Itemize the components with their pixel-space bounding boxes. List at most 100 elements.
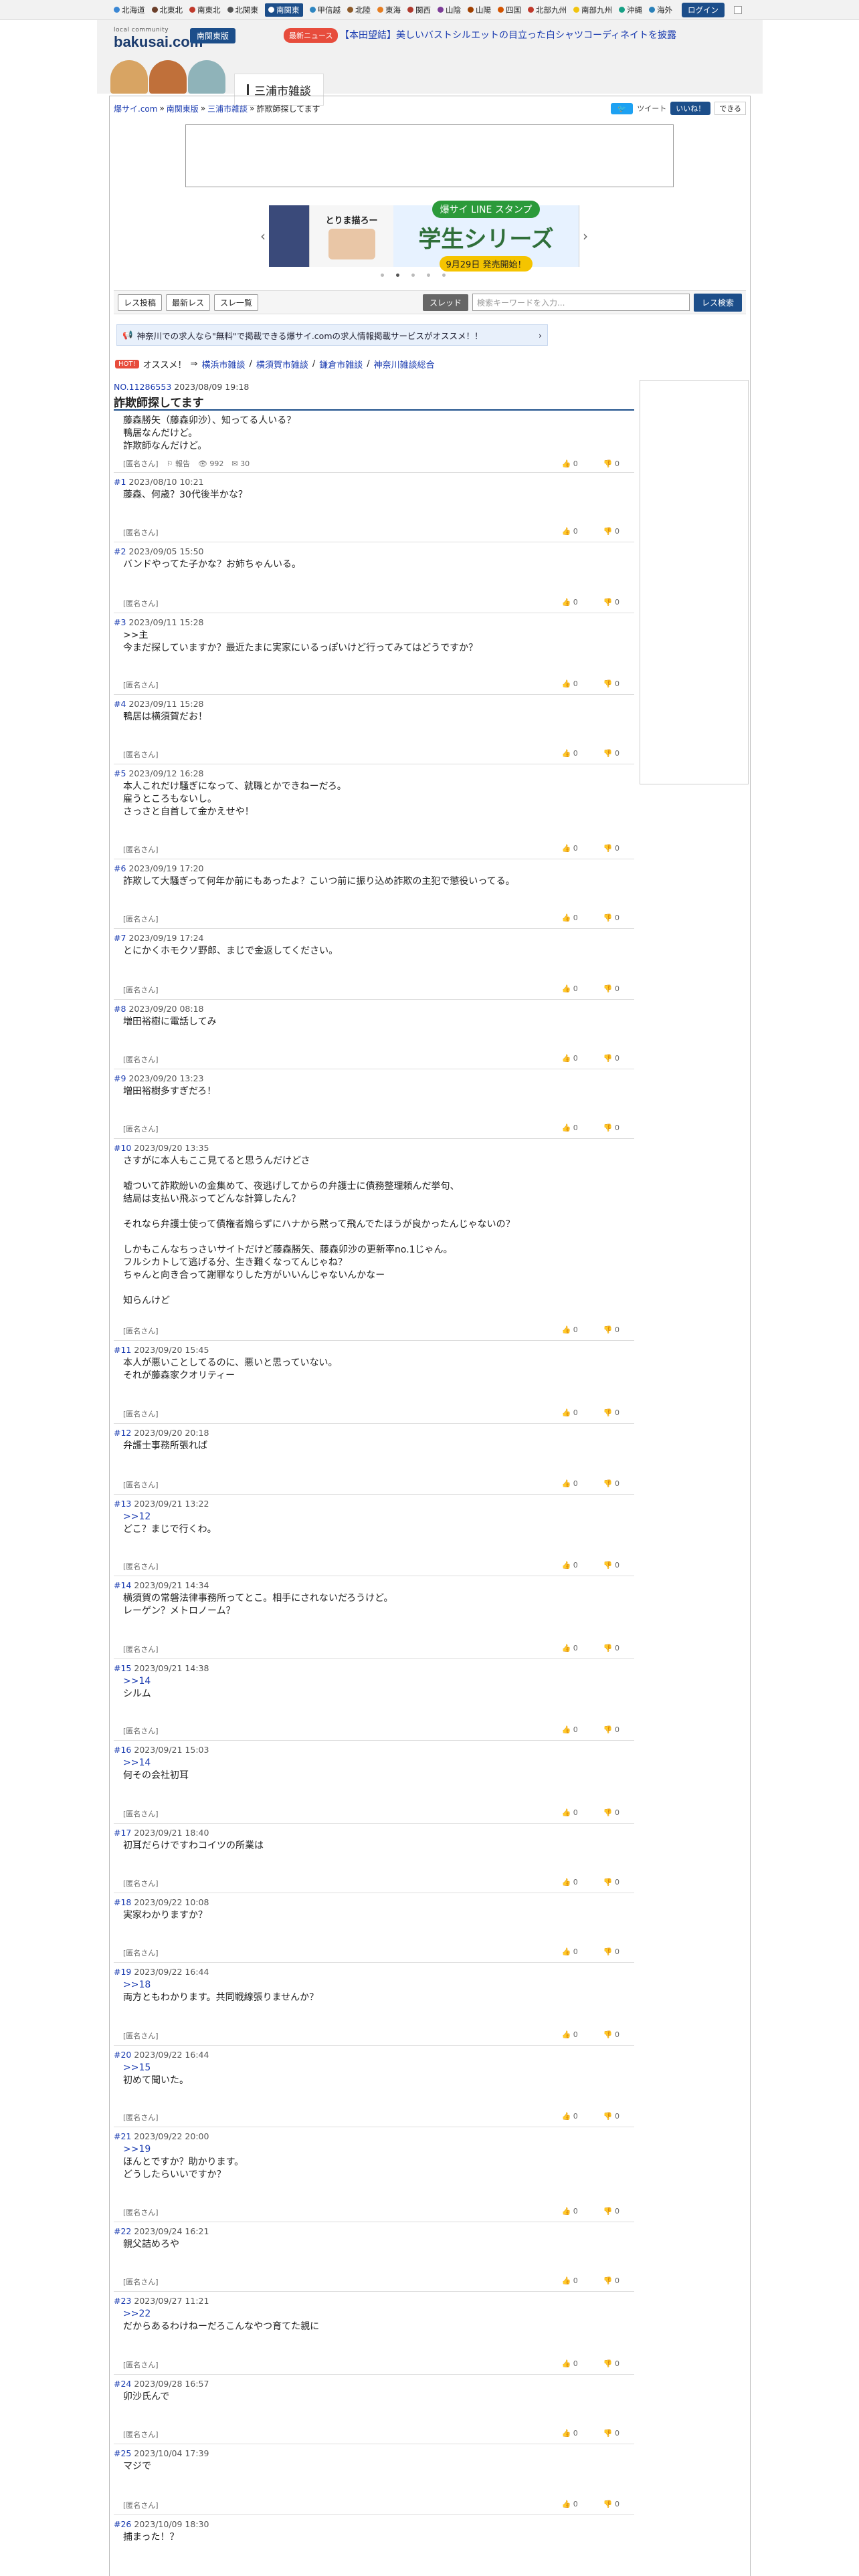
thumbs-up-icon[interactable]: 👍 0 (562, 1479, 578, 1490)
breadcrumb-home[interactable]: 爆サイ.com (114, 103, 157, 114)
ad-box[interactable] (185, 124, 674, 187)
post-number[interactable]: #16 (114, 1745, 131, 1755)
thumbs-down-icon[interactable]: 👎 0 (603, 2359, 619, 2370)
thumbs-up-icon[interactable]: 👍 0 (562, 2276, 578, 2287)
thumbs-down-icon[interactable]: 👎 0 (603, 2429, 619, 2440)
thumbs-up-icon[interactable]: 👍 0 (562, 1561, 578, 1572)
region-link[interactable]: 南関東 (265, 3, 303, 17)
post-number[interactable]: #13 (114, 1499, 131, 1509)
thumbs-up-icon[interactable]: 👍 0 (562, 1725, 578, 1736)
job-notice[interactable]: 📢 神奈川での求人なら"無料"で掲載できる爆サイ.comの求人情報掲載サービスが… (116, 324, 548, 346)
latest-res-button[interactable]: 最新レス (166, 294, 211, 311)
dekiru-button[interactable]: できる (714, 102, 746, 115)
region-link[interactable]: 関西 (407, 5, 431, 15)
post-number[interactable]: #3 (114, 617, 126, 627)
region-button[interactable]: 南関東版 (190, 28, 236, 43)
post-number[interactable]: #5 (114, 768, 126, 778)
thumbs-down-icon[interactable]: 👎 0 (603, 1644, 619, 1654)
reply-anchor[interactable]: >>15 (123, 2062, 628, 2074)
thumbs-down-icon[interactable]: 👎 0 (603, 1408, 619, 1419)
thumbs-up-icon[interactable]: 👍 0 (562, 1644, 578, 1654)
post-number[interactable]: #9 (114, 1073, 126, 1083)
thumbs-up-icon[interactable]: 👍 0 (562, 1054, 578, 1065)
post-number[interactable]: #24 (114, 2379, 131, 2389)
breadcrumb-board[interactable]: 三浦市雑談 (207, 103, 248, 114)
post-number[interactable]: #15 (114, 1663, 131, 1673)
iine-button[interactable]: いいね！ (670, 102, 711, 115)
post-number[interactable]: #19 (114, 1967, 131, 1977)
news-link[interactable]: 【本田望結】美しいバストシルエットの目立った白シャツコーディネイトを披露 (340, 28, 676, 41)
banner-prev[interactable] (269, 205, 309, 267)
thumbs-up-icon[interactable]: 👍 0 (562, 914, 578, 924)
twitter-icon[interactable]: 🐦 (610, 102, 634, 114)
thumbs-up-icon[interactable]: 👍 0 (562, 2112, 578, 2123)
chevron-left-icon[interactable]: ‹ (257, 228, 269, 244)
region-link[interactable]: 山陽 (468, 5, 491, 15)
post-number[interactable]: #11 (114, 1345, 131, 1355)
thumbs-down-icon[interactable]: 👎 0 (603, 598, 619, 609)
region-link[interactable]: 海外 (649, 5, 672, 15)
thumbs-down-icon[interactable]: 👎 0 (603, 1878, 619, 1889)
thread-list-button[interactable]: スレ一覧 (214, 294, 259, 311)
recommend-link[interactable]: 横浜市雑談 (201, 358, 245, 370)
thumbs-down-icon[interactable]: 👎 0 (603, 844, 619, 855)
chevron-right-icon[interactable]: › (579, 228, 591, 244)
post-number[interactable]: #6 (114, 863, 126, 873)
thumbs-down-icon[interactable]: 👎 0 (603, 984, 619, 995)
line-stamp-banner[interactable]: とりま描ろー 爆サイ LINE スタンプ 学生シリーズ 9月29日 発売開始！ (309, 201, 579, 272)
thumbs-down-icon[interactable]: 👎 0 (603, 1947, 619, 1958)
breadcrumb-region[interactable]: 南関東版 (167, 103, 199, 114)
post-number[interactable]: #4 (114, 699, 126, 709)
report-button[interactable]: ⚐ 報告 (167, 458, 190, 469)
sidebar-ad[interactable] (640, 380, 749, 784)
reply-anchor[interactable]: >>14 (123, 1675, 628, 1688)
region-link[interactable]: 山陰 (438, 5, 461, 15)
post-number[interactable]: #18 (114, 1897, 131, 1907)
post-number[interactable]: #7 (114, 933, 126, 943)
post-number[interactable]: #2 (114, 546, 126, 556)
post-number[interactable]: #21 (114, 2131, 131, 2141)
region-link[interactable]: 北部九州 (528, 5, 567, 15)
post-number[interactable]: #10 (114, 1143, 131, 1153)
post-number[interactable]: #25 (114, 2448, 131, 2458)
post-number[interactable]: #1 (114, 477, 126, 487)
region-link[interactable]: 東海 (377, 5, 401, 15)
thumbs-up-icon[interactable]: 👍 0 (562, 844, 578, 855)
thumbs-up-icon[interactable]: 👍 0 (562, 1325, 578, 1336)
thumbs-down-icon[interactable]: 👎 0 (603, 914, 619, 924)
region-link[interactable]: 沖縄 (619, 5, 642, 15)
recommend-link[interactable]: 横須賀市雑談 (256, 358, 308, 370)
res-post-button[interactable]: レス投稿 (118, 294, 163, 311)
search-scope-select[interactable]: スレッド (422, 294, 468, 311)
reply-anchor[interactable]: >>22 (123, 2308, 628, 2321)
search-input[interactable]: 検索キーワードを入力... (472, 294, 690, 311)
menu-icon[interactable] (734, 5, 742, 14)
region-link[interactable]: 南部九州 (573, 5, 612, 15)
post-number[interactable]: #14 (114, 1580, 131, 1590)
thumbs-up-icon[interactable]: 👍 0 (562, 1947, 578, 1958)
thumbs-up-icon[interactable]: 👍 0 (562, 1808, 578, 1819)
tweet-button[interactable]: ツイート (637, 103, 666, 114)
reply-anchor[interactable]: >>19 (123, 2143, 628, 2156)
post-number[interactable]: #26 (114, 2519, 131, 2529)
search-button[interactable]: レス検索 (693, 293, 742, 312)
region-link[interactable]: 北関東 (227, 5, 258, 15)
thumbs-down-icon[interactable]: 👎 0 (603, 679, 619, 690)
thumbs-down-icon[interactable]: 👎 0 (603, 1479, 619, 1490)
thumbs-up-icon[interactable]: 👍 0 (562, 2030, 578, 2041)
thumbs-down-icon[interactable]: 👎 0 (603, 1808, 619, 1819)
post-number[interactable]: #8 (114, 1004, 126, 1014)
thumbs-up-icon[interactable]: 👍 0 (562, 679, 578, 690)
thumbs-up-icon[interactable]: 👍 0 (562, 749, 578, 760)
thumbs-down-icon[interactable]: 👎 0 (603, 1325, 619, 1336)
post-number[interactable]: #17 (114, 1828, 131, 1838)
thumbs-up-icon[interactable]: 👍 0 (562, 2429, 578, 2440)
thumbs-down-icon[interactable]: 👎 0 (603, 1725, 619, 1736)
region-link[interactable]: 四国 (498, 5, 521, 15)
thumbs-up-icon[interactable]: 👍 0 (562, 984, 578, 995)
reply-anchor[interactable]: >>14 (123, 1757, 628, 1769)
recommend-link[interactable]: 神奈川雑談総合 (374, 358, 435, 370)
thumbs-down-icon[interactable]: 👎 0 (603, 749, 619, 760)
thumbs-down-icon[interactable]: 👎 0 (603, 1123, 619, 1134)
thumbs-up-icon[interactable]: 👍 0 (562, 2359, 578, 2370)
